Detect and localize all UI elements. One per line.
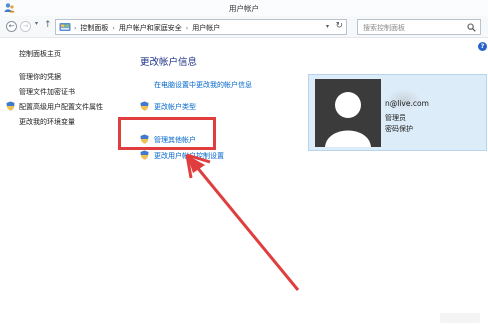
annotation-arrow [185,153,300,291]
watermark [440,313,480,323]
